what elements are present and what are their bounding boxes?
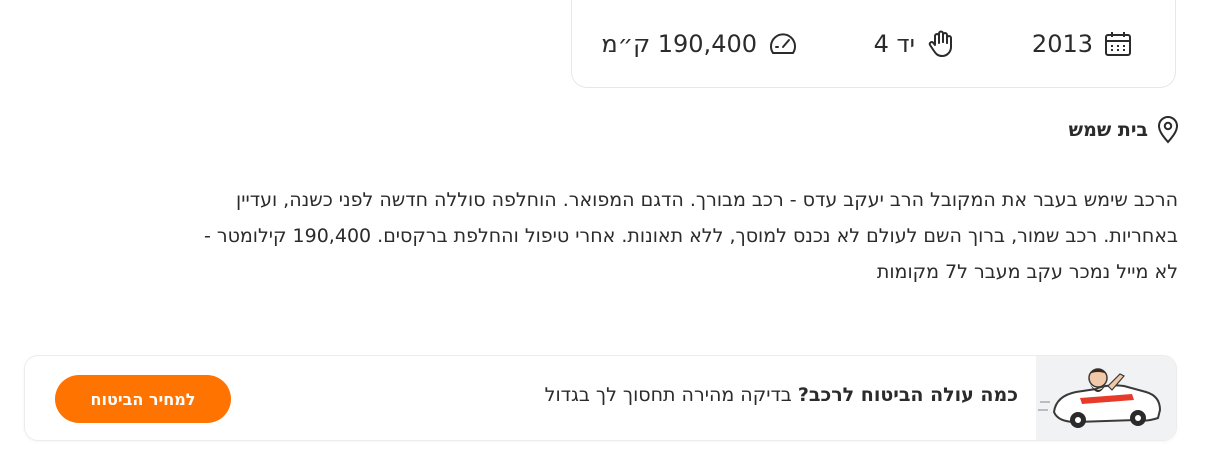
insurance-banner[interactable]: כמה עולה הביטוח לרכב? בדיקה מהירה תחסוך … (24, 355, 1177, 441)
description-line: לא מייל נמכר עקב מעבר ל7 מקומות (876, 261, 1178, 283)
spec-mileage-value: 190,400 ק״מ (601, 30, 757, 58)
spec-year-value: 2013 (1031, 30, 1093, 58)
vehicle-specs-card: 2013 יד 4 190,400 ק״מ (571, 0, 1176, 88)
speedometer-icon (767, 29, 799, 59)
insurance-banner-title: כמה עולה הביטוח לרכב? (797, 384, 1018, 406)
insurance-banner-subtitle: בדיקה מהירה תחסוך לך בגדול (544, 384, 798, 406)
location-pin-icon (1156, 116, 1180, 144)
spec-year: 2013 (1032, 28, 1133, 60)
spec-mileage: 190,400 ק״מ (601, 28, 799, 60)
insurance-banner-text: כמה עולה הביטוח לרכב? בדיקה מהירה תחסוך … (545, 384, 1018, 406)
location: בית שמש (1069, 116, 1180, 144)
vehicle-description: הרכב שימש בעבר את המקובל הרב יעקב עדס - … (46, 182, 1178, 290)
insurance-price-button[interactable]: למחיר הביטוח (55, 375, 231, 423)
calendar-icon (1103, 29, 1133, 59)
location-city: בית שמש (1068, 119, 1148, 141)
spec-hand: יד 4 (874, 28, 955, 60)
description-line: הרכב שימש בעבר את המקובל הרב יעקב עדס - … (236, 189, 1178, 211)
hand-icon (925, 29, 955, 59)
description-line: באחריות. רכב שמור, ברוך השם לעולם לא נכנ… (203, 225, 1178, 247)
insurance-car-illustration (1036, 356, 1176, 440)
spec-hand-value: יד 4 (873, 30, 915, 58)
